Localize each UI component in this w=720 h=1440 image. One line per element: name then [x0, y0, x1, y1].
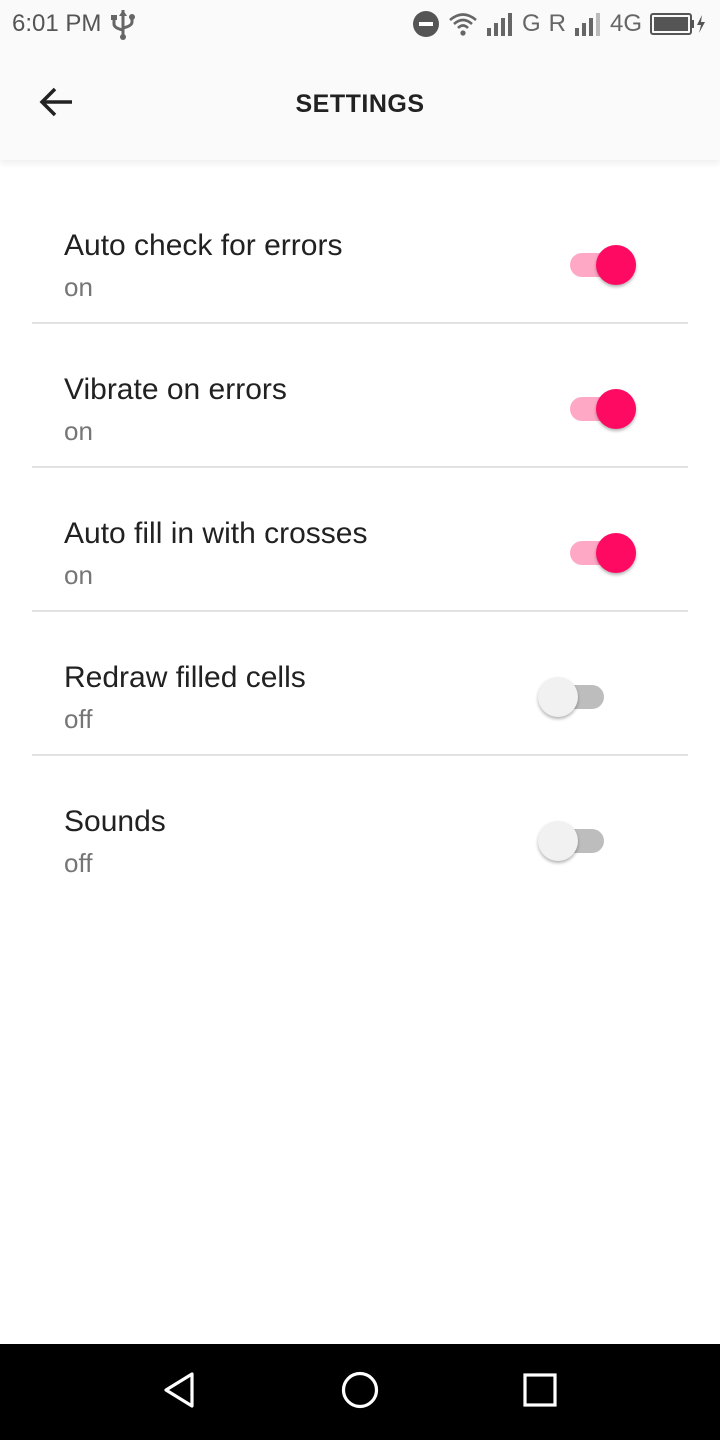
- network-type-label-2: 4G: [609, 10, 642, 37]
- setting-vibrate-on-errors[interactable]: Vibrate on errors on: [32, 324, 688, 468]
- redraw-filled-cells-toggle[interactable]: [538, 677, 604, 717]
- signal-icon-2: [574, 11, 602, 37]
- nav-recents-button[interactable]: [516, 1368, 564, 1416]
- usb-icon: [110, 8, 136, 40]
- setting-value: on: [64, 272, 93, 302]
- setting-title: Auto check for errors: [64, 229, 343, 262]
- wifi-icon: [448, 11, 478, 37]
- status-bar: 6:01 PM G R 4G: [0, 0, 720, 48]
- toggle-thumb: [538, 821, 578, 861]
- auto-fill-crosses-toggle[interactable]: [570, 533, 636, 573]
- app-bar: SETTINGS: [0, 48, 720, 160]
- circle-home-icon: [340, 1370, 380, 1415]
- toggle-thumb: [596, 389, 636, 429]
- toggle-thumb: [538, 677, 578, 717]
- triangle-back-icon: [160, 1370, 200, 1415]
- roaming-label: R: [548, 10, 566, 37]
- setting-title: Redraw filled cells: [64, 661, 306, 694]
- network-type-label: G: [521, 10, 541, 37]
- setting-value: off: [64, 848, 93, 878]
- setting-title: Vibrate on errors: [64, 373, 287, 406]
- auto-check-errors-toggle[interactable]: [570, 245, 636, 285]
- setting-value: on: [64, 560, 93, 590]
- nav-back-button[interactable]: [156, 1368, 204, 1416]
- nav-home-button[interactable]: [336, 1368, 384, 1416]
- sounds-toggle[interactable]: [538, 821, 604, 861]
- setting-sounds[interactable]: Sounds off: [32, 756, 688, 900]
- setting-title: Sounds: [64, 805, 166, 838]
- toggle-thumb: [596, 245, 636, 285]
- toggle-thumb: [596, 533, 636, 573]
- status-icons: G R 4G: [412, 8, 706, 40]
- setting-value: off: [64, 704, 93, 734]
- do-not-disturb-icon: [412, 10, 440, 38]
- setting-value: on: [64, 416, 93, 446]
- screen: 6:01 PM G R 4G SETTINGS Auto check for e…: [0, 0, 720, 1440]
- setting-title: Auto fill in with crosses: [64, 517, 368, 550]
- setting-redraw-filled-cells[interactable]: Redraw filled cells off: [32, 612, 688, 756]
- settings-list: Auto check for errors on Vibrate on erro…: [0, 180, 720, 900]
- navigation-bar: [0, 1344, 720, 1440]
- page-title: SETTINGS: [295, 90, 425, 118]
- setting-auto-check-errors[interactable]: Auto check for errors on: [32, 180, 688, 324]
- setting-auto-fill-crosses[interactable]: Auto fill in with crosses on: [32, 468, 688, 612]
- battery-charging-icon: [650, 13, 706, 35]
- signal-icon: [486, 11, 514, 37]
- vibrate-on-errors-toggle[interactable]: [570, 389, 636, 429]
- status-time: 6:01 PM: [12, 10, 102, 37]
- square-recents-icon: [520, 1370, 560, 1415]
